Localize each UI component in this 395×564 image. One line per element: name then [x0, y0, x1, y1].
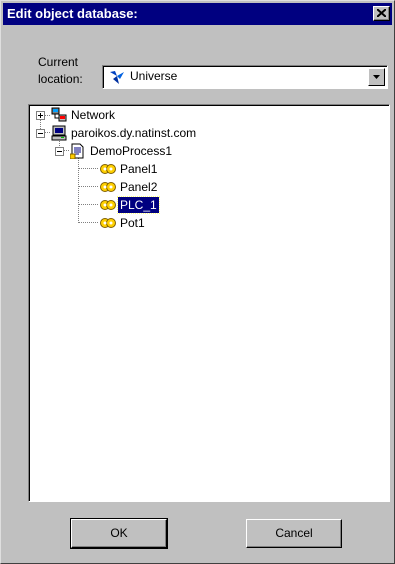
computer-icon [51, 125, 67, 141]
location-label: Current location: [38, 54, 98, 88]
gear-object-icon [100, 218, 116, 228]
location-label-line2: location: [38, 72, 83, 86]
chevron-down-icon [373, 75, 380, 79]
tree-node-label: Pot1 [120, 216, 145, 230]
tree-node-label: Panel1 [120, 162, 158, 176]
gear-object-icon [100, 200, 116, 210]
minus-icon [57, 151, 62, 152]
tree-node-label: DemoProcess1 [90, 144, 173, 158]
process-document-icon [70, 143, 84, 159]
expand-toggle[interactable] [36, 111, 45, 120]
location-label-line1: Current [38, 55, 79, 69]
location-value: Universe [130, 69, 178, 83]
tree-node-label: paroikos.dy.natinst.com [71, 126, 197, 140]
tree-node-plc1[interactable]: PLC_1 [29, 196, 229, 214]
dialog-window: Edit object database: Current location: … [0, 0, 395, 564]
collapse-toggle[interactable] [55, 147, 64, 156]
dropdown-arrow-button[interactable] [368, 68, 385, 86]
close-button[interactable] [373, 6, 390, 21]
tree-node-network[interactable]: Network [29, 107, 229, 123]
gear-object-icon [100, 182, 116, 192]
window-title: Edit object database: [7, 6, 138, 21]
location-dropdown[interactable]: Universe [102, 65, 388, 89]
natinst-universe-icon [110, 71, 124, 84]
gear-object-icon [100, 164, 116, 174]
tree-node-computer[interactable]: paroikos.dy.natinst.com [29, 125, 249, 141]
object-tree[interactable]: Network paroikos.dy.natinst.com DemoProc… [28, 104, 390, 502]
tree-node-panel2[interactable]: Panel2 [29, 179, 229, 195]
tree-node-label: Network [71, 108, 116, 122]
plus-icon [38, 113, 43, 118]
cancel-button[interactable]: Cancel [246, 519, 342, 548]
tree-node-label: Panel2 [120, 180, 158, 194]
minus-icon [38, 133, 43, 134]
tree-node-label-selected: PLC_1 [117, 196, 160, 214]
network-icon [51, 107, 67, 122]
tree-node-panel1[interactable]: Panel1 [29, 161, 229, 177]
title-bar[interactable]: Edit object database: [3, 3, 392, 25]
tree-node-pot1[interactable]: Pot1 [29, 215, 229, 231]
ok-button[interactable]: OK [70, 518, 168, 549]
close-icon [377, 9, 386, 17]
collapse-toggle[interactable] [36, 129, 45, 138]
tree-node-process[interactable]: DemoProcess1 [29, 143, 249, 159]
